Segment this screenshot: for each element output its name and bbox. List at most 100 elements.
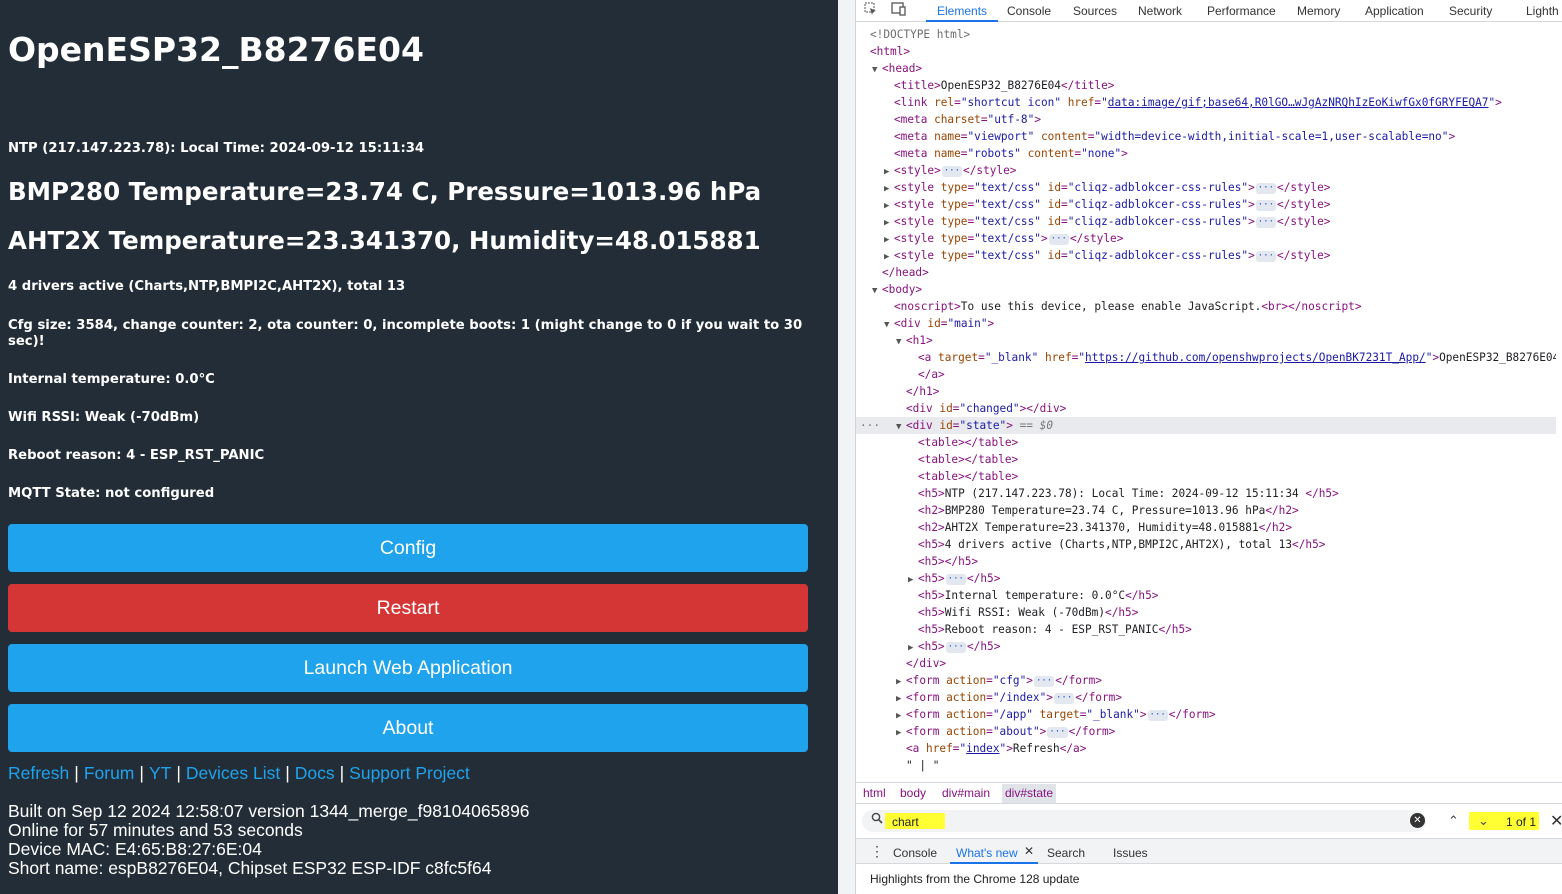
tree-node[interactable]: <link rel="shortcut icon" href="data:ima…	[856, 94, 1556, 111]
docs-link[interactable]: Docs	[295, 763, 335, 783]
whats-new-headline: Highlights from the Chrome 128 update	[870, 872, 1080, 886]
link-separator: |	[285, 763, 290, 783]
tree-node[interactable]: <table></table>	[856, 451, 1556, 468]
tree-node[interactable]: <table></table>	[856, 468, 1556, 485]
yt-link[interactable]: YT	[149, 763, 171, 783]
tab-application[interactable]: Application	[1365, 4, 1424, 18]
ellipsis-icon: ···	[1053, 692, 1075, 704]
ellipsis-icon: ···	[1255, 182, 1277, 194]
drawer-tab-search[interactable]: Search	[1047, 846, 1085, 860]
tree-node[interactable]: ▶ <form action="/index"> ··· </form>	[856, 689, 1556, 706]
tab-memory[interactable]: Memory	[1297, 4, 1340, 18]
tree-node[interactable]: </a>	[856, 366, 1556, 383]
tree-node[interactable]: <h5>Internal temperature: 0.0°C</h5>	[856, 587, 1556, 604]
tree-node[interactable]: ▶ <style type="text/css" id="cliqz-adblok…	[856, 213, 1556, 230]
clear-search-icon[interactable]: ✕	[1410, 813, 1425, 828]
tree-node[interactable]: ▶ <form action="about"> ··· </form>	[856, 723, 1556, 740]
tree-node[interactable]: ▼ <body>	[856, 281, 1556, 298]
tab-network[interactable]: Network	[1138, 4, 1182, 18]
tree-node[interactable]: ▶ <style type="text/css" id="cliqz-adblok…	[856, 196, 1556, 213]
breadcrumb: html body div#main div#state	[856, 782, 1562, 804]
ellipsis-icon: ···	[945, 641, 966, 653]
tree-node[interactable]: <meta name="robots" content="none">	[856, 145, 1556, 162]
breadcrumb-div-main[interactable]: div#main	[939, 786, 993, 800]
launch-web-application-button[interactable]: Launch Web Application	[8, 644, 808, 692]
panel-resize-handle[interactable]	[838, 0, 856, 894]
forum-link[interactable]: Forum	[84, 763, 135, 783]
more-tools-icon[interactable]: ⋮	[870, 843, 884, 860]
tree-node[interactable]: <div id="changed"></div>	[856, 400, 1556, 417]
restart-button[interactable]: Restart	[8, 584, 808, 632]
tree-node[interactable]: <table></table>	[856, 434, 1556, 451]
more-options-icon[interactable]: ···	[860, 417, 880, 434]
tree-node[interactable]: ▶ <h5> ··· </h5>	[856, 570, 1556, 587]
tree-node[interactable]: <meta charset="utf-8">	[856, 111, 1556, 128]
tree-node[interactable]: </h1>	[856, 383, 1556, 400]
tree-node[interactable]: " | "	[856, 757, 1556, 774]
device-toolbar-icon[interactable]	[891, 2, 909, 18]
tab-performance[interactable]: Performance	[1207, 4, 1276, 18]
tree-node[interactable]: <h5>Reboot reason: 4 - ESP_RST_PANIC</h5…	[856, 621, 1556, 638]
tree-node[interactable]: </head>	[856, 264, 1556, 281]
mqtt-state: MQTT State: not configured	[8, 486, 215, 501]
breadcrumb-div-state[interactable]: div#state	[1002, 784, 1057, 803]
link-separator: |	[176, 763, 181, 783]
drawer-tab-issues[interactable]: Issues	[1113, 846, 1148, 860]
tree-node[interactable]: <!DOCTYPE html>	[856, 26, 1556, 43]
tree-node[interactable]: <meta name="viewport" content="width=dev…	[856, 128, 1556, 145]
tab-sources[interactable]: Sources	[1073, 4, 1117, 18]
dom-tree-scrollbar[interactable]	[1556, 26, 1562, 778]
config-button[interactable]: Config	[8, 524, 808, 572]
tree-node[interactable]: <h5>4 drivers active (Charts,NTP,BMPI2C,…	[856, 536, 1556, 553]
breadcrumb-html[interactable]: html	[860, 786, 889, 800]
build-info: Built on Sep 12 2024 12:58:07 version 13…	[8, 802, 530, 878]
tree-node[interactable]: ▶ <style type="text/css"> ··· </style>	[856, 230, 1556, 247]
refresh-link[interactable]: Refresh	[8, 763, 69, 783]
about-button[interactable]: About	[8, 704, 808, 752]
tab-security[interactable]: Security	[1449, 4, 1492, 18]
tree-node[interactable]: <noscript>To use this device, please ena…	[856, 298, 1556, 315]
tree-node[interactable]: ▼ <h1>	[856, 332, 1556, 349]
tree-node[interactable]: ▶ <h5> ··· </h5>	[856, 638, 1556, 655]
page-title[interactable]: OpenESP32_B8276E04	[8, 30, 424, 69]
next-match-icon[interactable]: ⌄	[1478, 813, 1489, 829]
breadcrumb-body[interactable]: body	[897, 786, 929, 800]
search-input[interactable]: chart ✕	[862, 810, 1426, 832]
tree-node[interactable]: ▶ <style type="text/css" id="cliqz-adblok…	[856, 247, 1556, 264]
ellipsis-icon: ···	[1033, 675, 1055, 687]
selected-tree-node[interactable]: ··· ▼ <div id="state"> == $0	[856, 417, 1556, 434]
drawer-tab-whats-new[interactable]: What's new	[956, 846, 1018, 860]
support-project-link[interactable]: Support Project	[349, 763, 470, 783]
mac-line: Device MAC: E4:65:B8:27:6E:04	[8, 839, 262, 859]
tree-node[interactable]: <html>	[856, 43, 1556, 60]
tree-node[interactable]: ▼ <head>	[856, 60, 1556, 77]
tree-node[interactable]: <title>OpenESP32_B8276E04</title>	[856, 77, 1556, 94]
previous-match-icon[interactable]: ⌃	[1448, 813, 1459, 829]
tab-console[interactable]: Console	[1007, 4, 1051, 18]
tree-node[interactable]: <h5>NTP (217.147.223.78): Local Time: 20…	[856, 485, 1556, 502]
tree-node[interactable]: ▶ <style> ··· </style>	[856, 162, 1556, 179]
drawer-tab-console[interactable]: Console	[893, 846, 937, 860]
tree-node[interactable]: <a href="index">Refresh</a>	[856, 740, 1556, 757]
config-status: Cfg size: 3584, change counter: 2, ota c…	[8, 318, 803, 349]
tree-node[interactable]: ▶ <form action="/app" target="_blank"> ···…	[856, 706, 1556, 723]
close-search-icon[interactable]: ✕	[1550, 811, 1562, 831]
aht2x-reading: AHT2X Temperature=23.341370, Humidity=48…	[8, 226, 761, 255]
tree-node[interactable]: </div>	[856, 655, 1556, 672]
tab-elements[interactable]: Elements	[937, 4, 987, 18]
ellipsis-icon: ···	[945, 573, 966, 585]
tree-node[interactable]: <a target="_blank" href="https://github.…	[856, 349, 1556, 366]
tree-node[interactable]: <h2>AHT2X Temperature=23.341370, Humidit…	[856, 519, 1556, 536]
devices-list-link[interactable]: Devices List	[186, 763, 280, 783]
close-tab-icon[interactable]: ✕	[1024, 844, 1034, 858]
tree-node[interactable]: ▶ <style type="text/css" id="cliqz-adblok…	[856, 179, 1556, 196]
inspect-element-icon[interactable]	[864, 2, 882, 18]
tree-node[interactable]: <h2>BMP280 Temperature=23.74 C, Pressure…	[856, 502, 1556, 519]
active-drawer-tab-indicator	[950, 862, 1038, 864]
tree-node[interactable]: <h5>Wifi RSSI: Weak (-70dBm)</h5>	[856, 604, 1556, 621]
tree-node[interactable]: ▼ <div id="main">	[856, 315, 1556, 332]
match-count: 1 of 1	[1506, 815, 1537, 829]
tab-lighthouse[interactable]: Lighth	[1526, 4, 1559, 18]
tree-node[interactable]: ▶ <form action="cfg"> ··· </form>	[856, 672, 1556, 689]
tree-node[interactable]: <h5></h5>	[856, 553, 1556, 570]
